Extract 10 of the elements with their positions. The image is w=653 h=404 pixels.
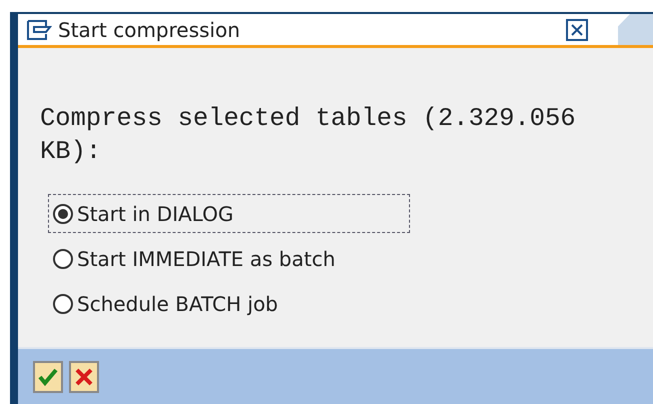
confirm-button[interactable] <box>33 360 63 392</box>
close-icon[interactable] <box>566 18 588 40</box>
radio-option[interactable]: Start in DIALOG <box>48 194 410 233</box>
dialog-icon <box>26 18 52 40</box>
message-text: Compress selected tables (2.329.056 KB): <box>40 103 577 168</box>
radio-option[interactable]: Start IMMEDIATE as batch <box>48 239 410 278</box>
cancel-button[interactable] <box>69 360 99 392</box>
window-title: Start compression <box>58 16 240 44</box>
close-icon <box>73 366 95 388</box>
radio-option[interactable]: Schedule BATCH job <box>48 284 410 323</box>
